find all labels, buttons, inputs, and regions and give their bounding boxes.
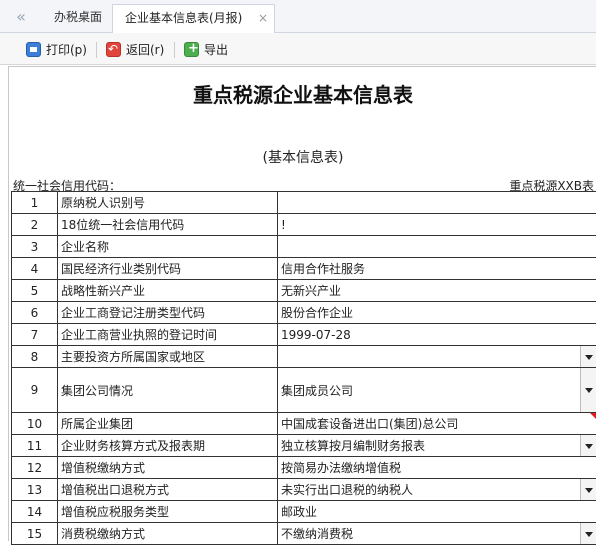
dropdown-arrow-icon[interactable] [580,346,596,367]
back-button[interactable]: 返回(r) [106,41,164,59]
row-value-text: 未实行出口退税的纳税人 [281,483,413,497]
table-row: 8主要投资方所属国家或地区 [12,346,596,368]
table-row: 5战略性新兴产业无新兴产业 [12,280,596,302]
export-button[interactable]: 导出 [184,41,228,59]
row-value-text: 按简易办法缴纳增值税 [281,461,401,475]
row-value[interactable]: 1999-07-28 [278,324,596,346]
dropdown-arrow-icon[interactable] [580,435,596,456]
row-value-text: 信用合作社服务 [281,262,365,276]
info-table: 1原纳税人识别号218位统一社会信用代码!3企业名称4国民经济行业类别代码信用合… [11,191,596,545]
row-number: 14 [12,501,58,523]
row-label: 18位统一社会信用代码 [58,214,278,236]
row-label: 增值税应税服务类型 [58,501,278,523]
row-label: 企业财务核算方式及报表期 [58,435,278,457]
row-number: 12 [12,457,58,479]
print-button[interactable]: 打印(p) [26,41,87,59]
undo-icon [106,42,121,57]
row-value-text: ! [281,218,286,232]
dropdown-arrow-icon[interactable] [580,479,596,500]
row-value[interactable]: 按简易办法缴纳增值税 [278,457,596,479]
form-subtitle: (基本信息表) [9,147,596,167]
table-row: 10所属企业集团中国成套设备进出口(集团)总公司 [12,413,596,435]
toolbar-divider [174,42,175,58]
row-label: 消费税缴纳方式 [58,523,278,545]
table-row: 1原纳税人识别号 [12,192,596,214]
row-number: 13 [12,479,58,501]
row-value[interactable]: 未实行出口退税的纳税人 [278,479,596,501]
dropdown-arrow-icon[interactable] [580,368,596,412]
row-number: 5 [12,280,58,302]
row-label: 增值税出口退税方式 [58,479,278,501]
row-number: 10 [12,413,58,435]
table-row: 4国民经济行业类别代码信用合作社服务 [12,258,596,280]
row-value-text: 邮政业 [281,505,317,519]
row-value[interactable]: ! [278,214,596,236]
table-row: 14增值税应税服务类型邮政业 [12,501,596,523]
row-label: 所属企业集团 [58,413,278,435]
row-value[interactable]: 无新兴产业 [278,280,596,302]
back-label: 返回(r) [126,43,164,57]
print-label: 打印(p) [46,43,87,57]
row-value-text: 无新兴产业 [281,284,341,298]
tab-enterprise-info-label: 企业基本信息表(月报) [125,11,242,25]
toolbar-divider [96,42,97,58]
row-value[interactable]: 独立核算按月编制财务报表 [278,435,596,457]
form-title: 重点税源企业基本信息表 [9,79,596,108]
table-row: 218位统一社会信用代码! [12,214,596,236]
row-number: 2 [12,214,58,236]
row-number: 11 [12,435,58,457]
row-value[interactable] [278,192,596,214]
row-value-text: 股份合作企业 [281,306,353,320]
table-row: 6企业工商登记注册类型代码股份合作企业 [12,302,596,324]
tab-enterprise-info[interactable]: 企业基本信息表(月报) × [112,4,275,33]
close-icon[interactable]: × [258,5,268,32]
row-label: 企业工商登记注册类型代码 [58,302,278,324]
table-row: 11企业财务核算方式及报表期独立核算按月编制财务报表 [12,435,596,457]
row-number: 8 [12,346,58,368]
row-label: 企业工商营业执照的登记时间 [58,324,278,346]
row-value-text: 集团成员公司 [281,384,353,398]
tab-home[interactable]: 办税桌面 [42,4,114,33]
row-number: 1 [12,192,58,214]
row-label: 增值税缴纳方式 [58,457,278,479]
row-value[interactable] [278,236,596,258]
table-row: 15消费税缴纳方式不缴纳消费税 [12,523,596,545]
table-row: 9集团公司情况集团成员公司 [12,368,596,413]
table-row: 7企业工商营业执照的登记时间1999-07-28 [12,324,596,346]
row-number: 6 [12,302,58,324]
row-number: 7 [12,324,58,346]
row-label: 主要投资方所属国家或地区 [58,346,278,368]
row-number: 3 [12,236,58,258]
export-icon [184,42,199,57]
row-value-text: 中国成套设备进出口(集团)总公司 [281,417,458,431]
row-label: 企业名称 [58,236,278,258]
table-row: 3企业名称 [12,236,596,258]
table-row: 12增值税缴纳方式按简易办法缴纳增值税 [12,457,596,479]
row-value-text: 独立核算按月编制财务报表 [281,439,425,453]
row-value[interactable]: 股份合作企业 [278,302,596,324]
row-label: 战略性新兴产业 [58,280,278,302]
credit-code-field[interactable] [123,182,243,192]
row-value-text: 1999-07-28 [281,328,351,342]
form-document: 重点税源企业基本信息表 (基本信息表) 统一社会信用代码： 重点税源XXB表 1… [8,66,596,541]
row-value[interactable]: 集团成员公司 [278,368,596,413]
row-value[interactable]: 不缴纳消费税 [278,523,596,545]
printer-icon [26,42,41,57]
row-number: 15 [12,523,58,545]
row-label: 国民经济行业类别代码 [58,258,278,280]
row-label: 集团公司情况 [58,368,278,413]
row-number: 4 [12,258,58,280]
row-value[interactable]: 邮政业 [278,501,596,523]
row-value[interactable] [278,346,596,368]
row-label: 原纳税人识别号 [58,192,278,214]
row-value[interactable]: 中国成套设备进出口(集团)总公司 [278,413,596,435]
export-label: 导出 [204,43,228,57]
table-row: 13增值税出口退税方式未实行出口退税的纳税人 [12,479,596,501]
toolbar: 打印(p) 返回(r) 导出 [0,33,596,65]
collapse-chevron-icon[interactable]: « [8,6,34,28]
tab-bar: « 办税桌面 企业基本信息表(月报) × [0,0,596,33]
row-number: 9 [12,368,58,413]
row-value[interactable]: 信用合作社服务 [278,258,596,280]
row-value-text: 不缴纳消费税 [281,527,353,541]
